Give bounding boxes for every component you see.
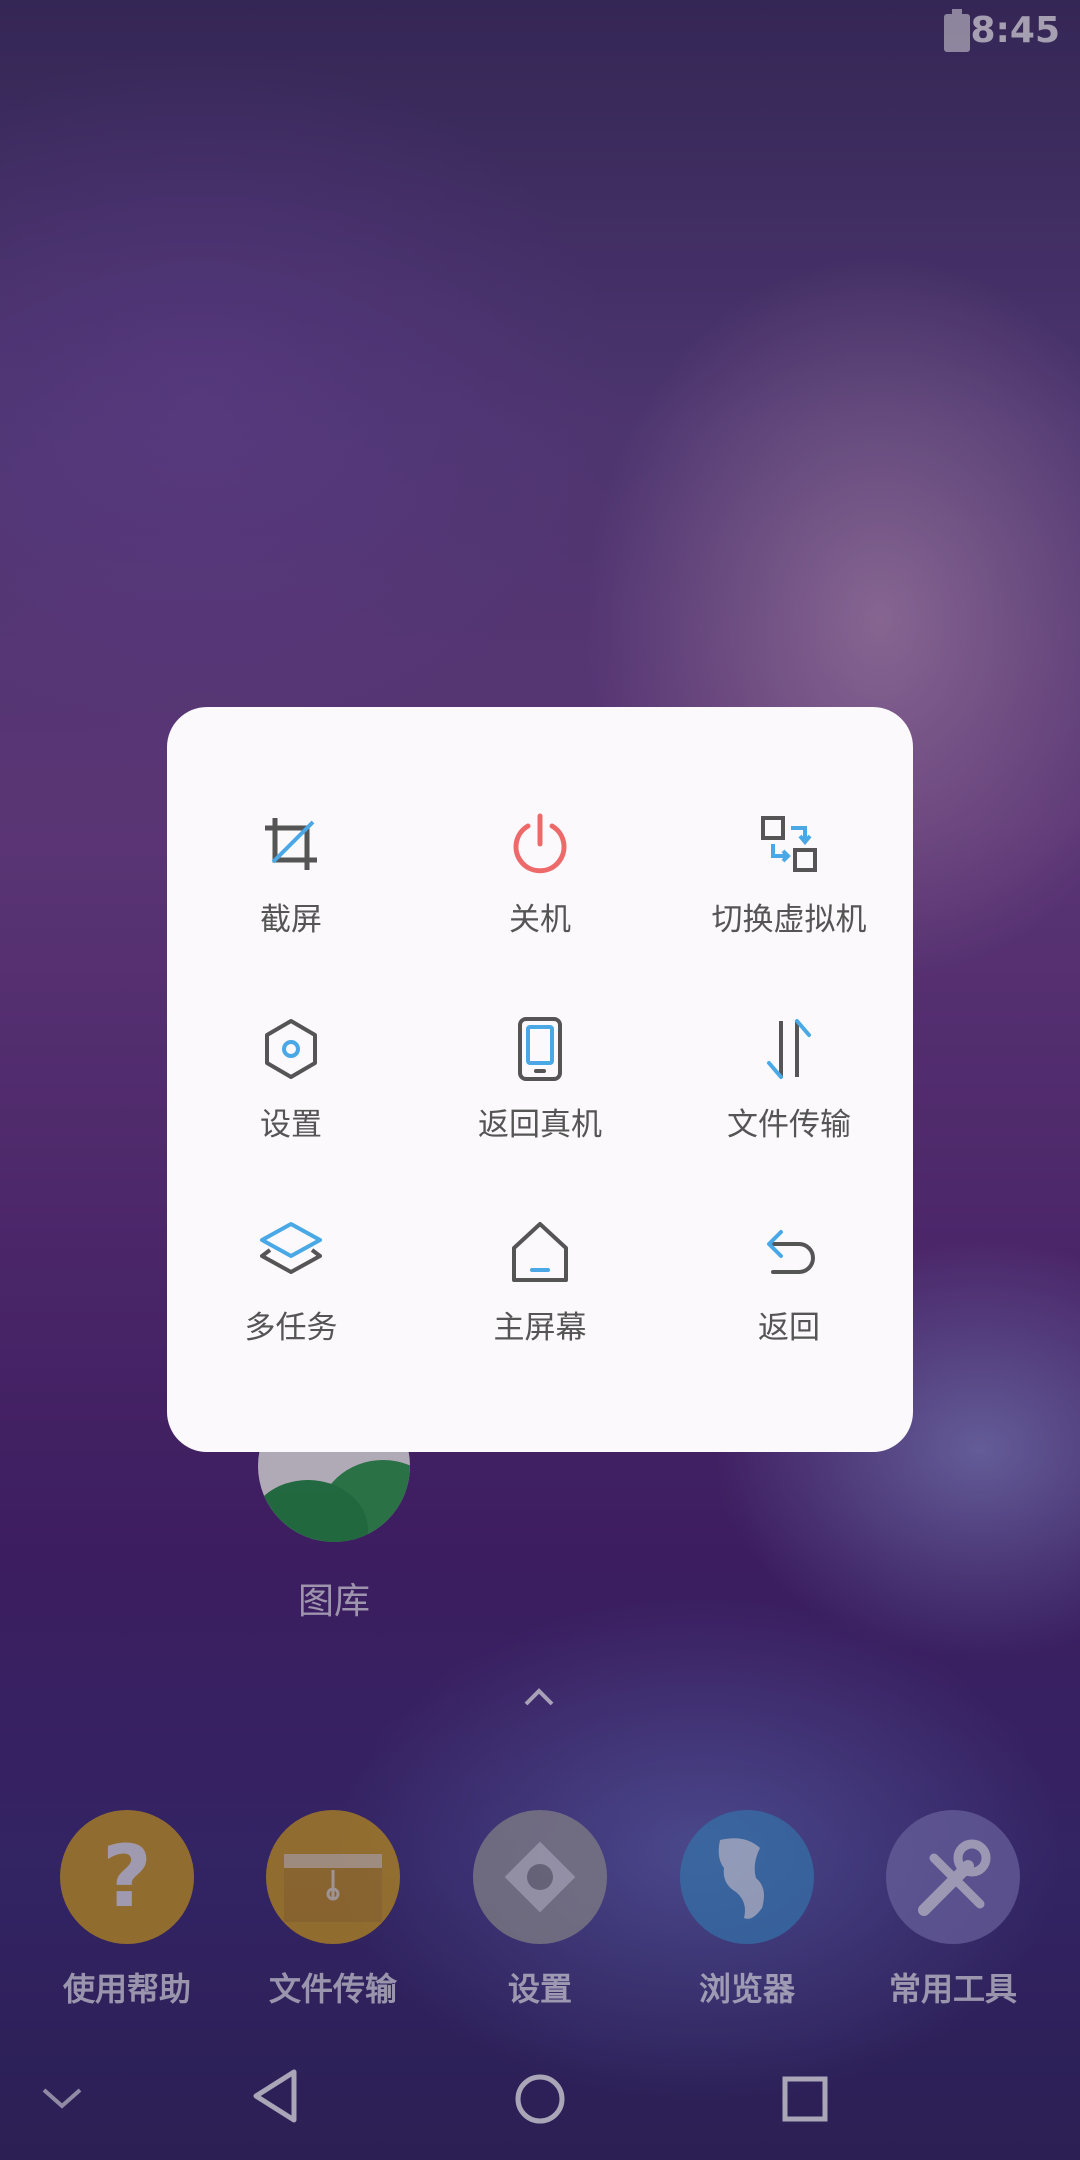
phone-icon bbox=[518, 1017, 562, 1081]
menu-item-label: 切换虚拟机 bbox=[711, 902, 867, 938]
menu-item-return-device[interactable]: 返回真机 bbox=[416, 1017, 664, 1144]
power-icon bbox=[513, 813, 567, 874]
quick-menu-panel: 截屏 关机 切换虚拟机 设置 返回真机 文件传输 多任务 主屏幕 返回 bbox=[167, 707, 913, 1452]
menu-item-screenshot[interactable]: 截屏 bbox=[167, 812, 415, 939]
menu-item-power-off[interactable]: 关机 bbox=[416, 812, 664, 939]
menu-item-file-transfer[interactable]: 文件传输 bbox=[665, 1017, 913, 1144]
back-arrow-icon bbox=[767, 1230, 815, 1274]
menu-item-back[interactable]: 返回 bbox=[665, 1220, 913, 1347]
menu-item-switch-vm[interactable]: 切换虚拟机 bbox=[665, 812, 913, 939]
transfer-arrows-icon bbox=[767, 1019, 811, 1079]
menu-item-label: 返回真机 bbox=[478, 1107, 602, 1143]
menu-item-label: 设置 bbox=[260, 1107, 322, 1143]
home-icon bbox=[512, 1222, 568, 1282]
switch-vm-icon bbox=[761, 816, 817, 872]
crop-icon bbox=[265, 818, 317, 870]
menu-item-label: 文件传输 bbox=[727, 1107, 851, 1143]
hexagon-settings-icon bbox=[265, 1019, 317, 1079]
menu-item-label: 返回 bbox=[758, 1310, 820, 1346]
menu-item-home-screen[interactable]: 主屏幕 bbox=[416, 1220, 664, 1347]
menu-item-label: 主屏幕 bbox=[493, 1310, 587, 1346]
menu-item-label: 多任务 bbox=[244, 1310, 338, 1346]
layers-icon bbox=[260, 1222, 322, 1274]
menu-item-settings[interactable]: 设置 bbox=[167, 1017, 415, 1144]
menu-item-multitask[interactable]: 多任务 bbox=[167, 1220, 415, 1347]
menu-item-label: 关机 bbox=[509, 902, 571, 938]
menu-item-label: 截屏 bbox=[260, 902, 322, 938]
